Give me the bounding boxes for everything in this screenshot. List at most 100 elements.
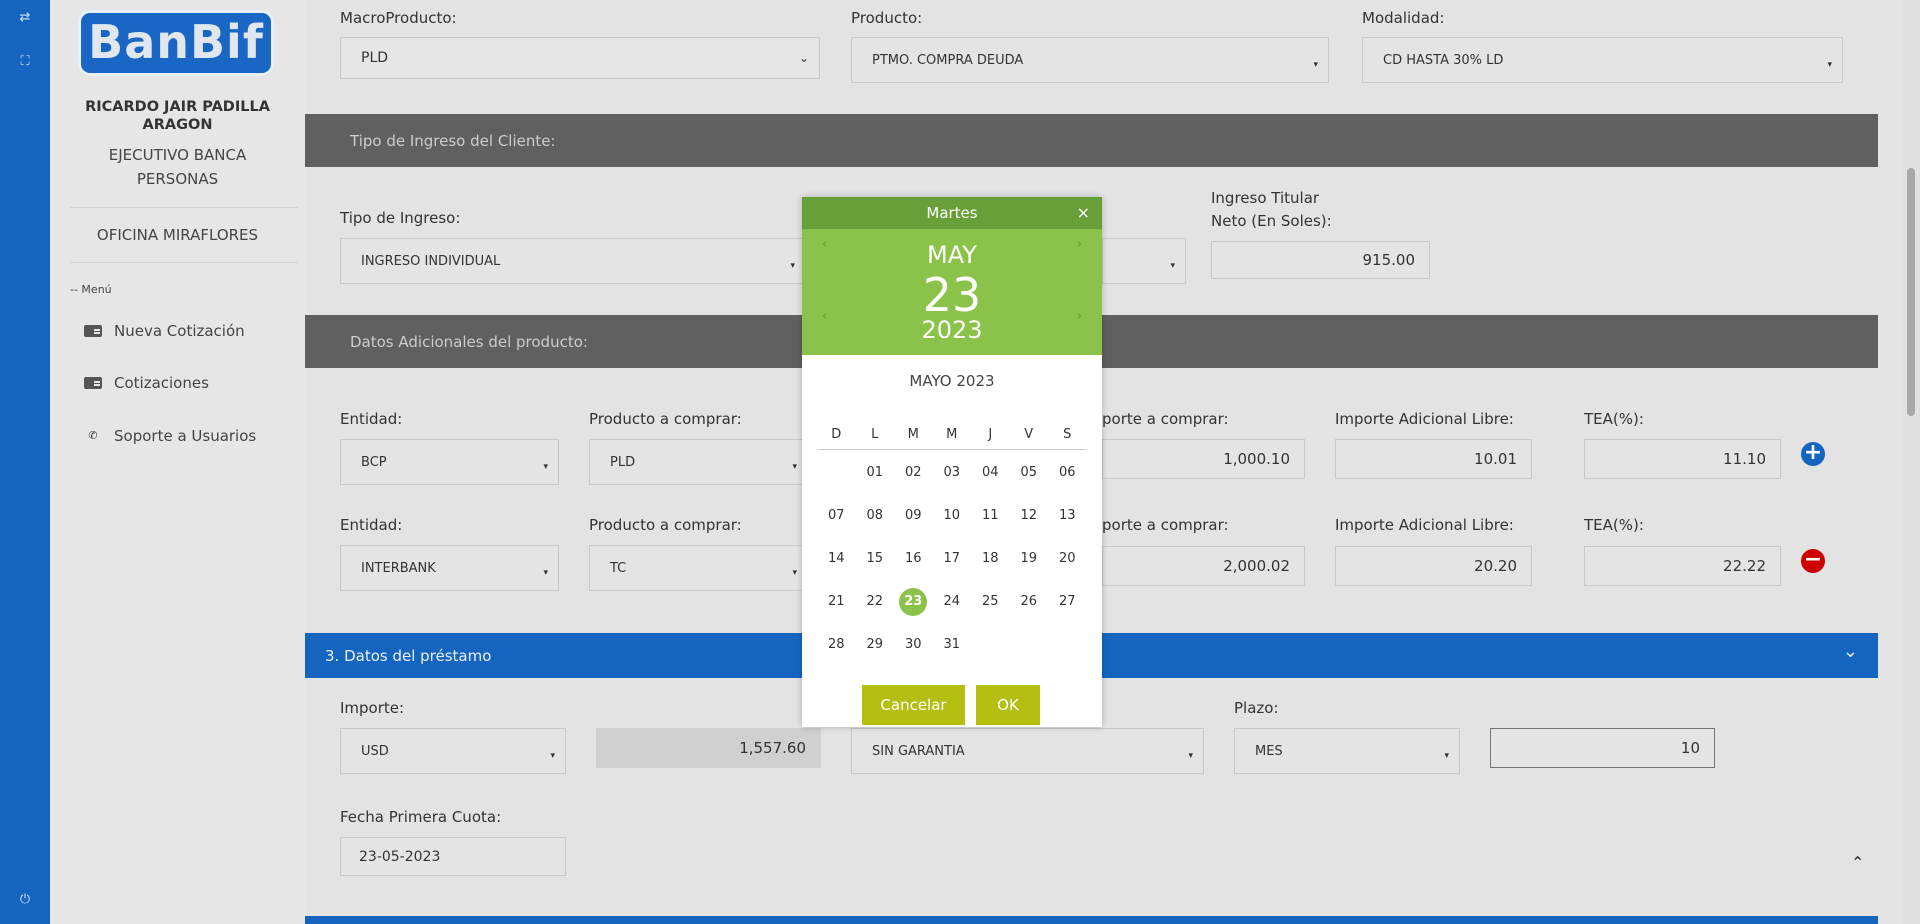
loan-section-title: 3. Datos del préstamo (325, 646, 492, 665)
calendar-day[interactable]: 12 (1010, 508, 1049, 523)
calendar-day[interactable]: 11 (971, 508, 1010, 523)
first-payment-input[interactable]: 23-05-2023 (340, 837, 566, 876)
scrollbar-thumb[interactable] (1907, 168, 1915, 416)
calendar-day[interactable]: 27 (1048, 594, 1087, 609)
calendar-grid: D L M M J V S 01 02 03 04 05 06 07 08 09 10 11 12 13 14 15 16… (817, 419, 1087, 666)
calendar-month-title: MAYO 2023 (909, 372, 995, 390)
calendar-day[interactable]: 30 (894, 637, 933, 652)
calendar-day[interactable]: 17 (933, 551, 972, 566)
calendar-day[interactable]: 01 (856, 465, 895, 480)
income-extra-select[interactable]: ▾ (1102, 238, 1186, 284)
term-unit-select[interactable]: MES ▾ (1234, 728, 1460, 774)
calendar-day-label: 29 (866, 637, 884, 652)
calendar-week-row: 01 02 03 04 05 06 (817, 451, 1087, 494)
fullscreen-icon[interactable]: ⛶ (0, 54, 50, 69)
amount-to-buy-label: porte a comprar: (1102, 516, 1229, 534)
calendar-day[interactable]: 22 (856, 594, 895, 609)
sidebar-item-soporte[interactable]: ✆ Soporte a Usuarios (84, 427, 256, 445)
calendar-day[interactable]: 28 (817, 637, 856, 652)
calendar-day[interactable]: 08 (856, 508, 895, 523)
next-year-icon[interactable]: › (1077, 309, 1082, 324)
calendar-day-label: 31 (943, 637, 961, 652)
weekday-label: D (831, 427, 842, 442)
extra-amount-input[interactable]: 10.01 (1335, 439, 1532, 479)
divider (70, 207, 298, 208)
weekday-label: M (907, 427, 919, 442)
extra-amount-label: Importe Adicional Libre: (1335, 410, 1514, 428)
amount-to-buy-input[interactable]: 1,000.10 (1102, 439, 1305, 479)
power-icon[interactable]: ⏻ (0, 892, 50, 907)
calendar-day[interactable]: 09 (894, 508, 933, 523)
calendar-day[interactable]: 25 (971, 594, 1010, 609)
chevron-down-icon: ⌄ (1842, 641, 1858, 662)
calendar-day-label: 21 (827, 594, 845, 609)
calendar-day[interactable]: 26 (1010, 594, 1049, 609)
prev-year-icon[interactable]: ‹ (822, 309, 827, 324)
calendar-day-label: 28 (827, 637, 845, 652)
cancel-button[interactable]: Cancelar (862, 685, 965, 725)
chevron-down-icon: ▾ (792, 462, 797, 472)
sidebar-item-cotizaciones[interactable]: Cotizaciones (84, 374, 209, 392)
loan-amount-input[interactable]: 1,557.60 (596, 728, 821, 768)
calendar-day[interactable]: 31 (933, 637, 972, 652)
tea-input[interactable]: 22.22 (1584, 546, 1781, 586)
calendar-day[interactable]: 18 (971, 551, 1010, 566)
product-to-buy-select[interactable]: PLD ▾ (589, 439, 808, 485)
calendar-day-label: 08 (866, 508, 884, 523)
calendar-day[interactable]: 05 (1010, 465, 1049, 480)
macro-product-value: PLD (361, 50, 389, 66)
product-to-buy-select[interactable]: TC ▾ (589, 545, 808, 591)
calendar-day[interactable]: 07 (817, 508, 856, 523)
scrollbar[interactable] (1903, 0, 1920, 924)
calendar-day[interactable]: 03 (933, 465, 972, 480)
product-label: Producto: (851, 9, 923, 27)
amount-to-buy-input[interactable]: 2,000.02 (1102, 546, 1305, 586)
product-value: PTMO. COMPRA DEUDA (872, 52, 1024, 68)
calendar-day[interactable]: 20 (1048, 551, 1087, 566)
swap-icon[interactable]: ⇄ (0, 10, 50, 25)
macro-product-select[interactable]: PLD ⌄ (340, 37, 820, 79)
currency-select[interactable]: USD ▾ (340, 728, 566, 774)
calendar-day[interactable]: 21 (817, 594, 856, 609)
calendar-day[interactable]: 02 (894, 465, 933, 480)
term-input[interactable]: 10 (1490, 728, 1715, 768)
income-net-input[interactable]: 915.00 (1211, 241, 1430, 279)
product-select[interactable]: PTMO. COMPRA DEUDA ▾ (851, 37, 1329, 83)
calendar-day[interactable]: 19 (1010, 551, 1049, 566)
main-content: MacroProducto: PLD ⌄ Producto: PTMO. COM… (305, 0, 1920, 924)
add-row-button[interactable]: + (1801, 442, 1825, 466)
macro-product-label: MacroProducto: (340, 9, 457, 27)
extra-amount-input[interactable]: 20.20 (1335, 546, 1532, 586)
entity-select[interactable]: BCP ▾ (340, 439, 559, 485)
currency-value: USD (361, 743, 389, 759)
calendar-day[interactable]: 14 (817, 551, 856, 566)
guarantee-select[interactable]: SIN GARANTIA ▾ (851, 728, 1204, 774)
entity-value: INTERBANK (361, 560, 436, 576)
calendar-day[interactable]: 24 (933, 594, 972, 609)
calendar-day[interactable]: 29 (856, 637, 895, 652)
sidebar-item-nueva-cotizacion[interactable]: Nueva Cotización (84, 322, 245, 340)
calendar-day-label: 03 (943, 465, 961, 480)
calendar-day[interactable]: 13 (1048, 508, 1087, 523)
remove-row-button[interactable]: − (1801, 549, 1825, 573)
entity-select[interactable]: INTERBANK ▾ (340, 545, 559, 591)
entity-value: BCP (361, 454, 387, 470)
calendar-day-label: 16 (904, 551, 922, 566)
income-type-select[interactable]: INGRESO INDIVIDUAL ▾ (340, 238, 806, 284)
close-icon[interactable]: × (1077, 197, 1090, 229)
scroll-up-icon[interactable]: ⌃ (1851, 853, 1864, 872)
calendar-day[interactable]: 23 (894, 587, 933, 616)
calendar-day[interactable]: 15 (856, 551, 895, 566)
loan-amount-label: Importe: (340, 699, 405, 717)
weekday-label: V (1024, 427, 1034, 442)
term-value: 10 (1680, 739, 1700, 757)
calendar-day[interactable]: 16 (894, 551, 933, 566)
calendar-day[interactable]: 10 (933, 508, 972, 523)
calendar-day[interactable]: 06 (1048, 465, 1087, 480)
calendar-day[interactable]: 04 (971, 465, 1010, 480)
tea-input[interactable]: 11.10 (1584, 439, 1781, 479)
ok-button[interactable]: OK (976, 685, 1040, 725)
mode-select[interactable]: CD HASTA 30% LD ▾ (1362, 37, 1843, 83)
next-section-header[interactable] (305, 916, 1878, 924)
chevron-down-icon: ▾ (543, 568, 548, 578)
